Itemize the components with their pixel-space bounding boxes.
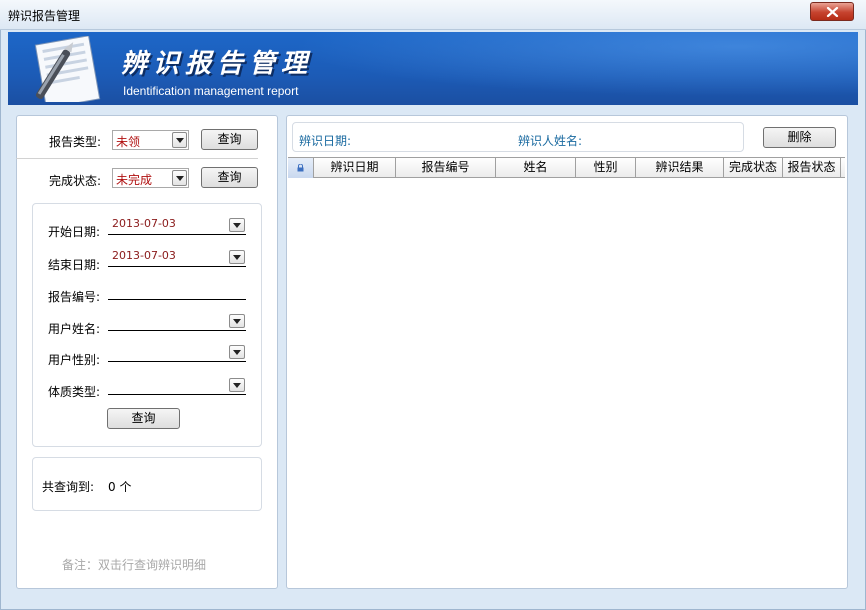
complete-status-query-button[interactable]: 查询 bbox=[201, 167, 258, 188]
identify-person-label: 辨识人姓名: bbox=[518, 134, 583, 148]
constitution-label: 体质类型: bbox=[48, 385, 101, 399]
user-gender-dropdown[interactable] bbox=[229, 345, 245, 359]
complete-status-dropdown[interactable] bbox=[172, 170, 187, 186]
banner-subtitle: Identification management report bbox=[123, 84, 299, 98]
start-date-dropdown[interactable] bbox=[229, 218, 245, 232]
constitution-dropdown[interactable] bbox=[229, 378, 245, 392]
report-type-select[interactable]: 未领 bbox=[112, 130, 189, 150]
column-header-report-status[interactable]: 报告状态 bbox=[783, 158, 841, 178]
chevron-down-icon bbox=[176, 176, 184, 181]
start-date-label: 开始日期: bbox=[48, 225, 101, 239]
report-type-label: 报告类型: bbox=[49, 135, 102, 149]
lock-icon bbox=[297, 164, 304, 172]
total-label: 共查询到: bbox=[42, 480, 95, 494]
close-icon bbox=[826, 7, 839, 17]
grid-body[interactable] bbox=[288, 179, 845, 585]
grid-header: 辨识日期 报告编号 姓名 性别 辨识结果 完成状态 报告状态 bbox=[288, 157, 845, 178]
user-name-dropdown[interactable] bbox=[229, 314, 245, 328]
start-date-value: 2013-07-03 bbox=[112, 217, 176, 230]
end-date-label: 结束日期: bbox=[48, 258, 101, 272]
column-header-complete-status[interactable]: 完成状态 bbox=[724, 158, 783, 178]
report-type-query-button[interactable]: 查询 bbox=[201, 129, 258, 150]
search-query-button[interactable]: 查询 bbox=[107, 408, 180, 429]
column-header-result[interactable]: 辨识结果 bbox=[636, 158, 724, 178]
chevron-down-icon bbox=[233, 223, 241, 228]
end-date-value: 2013-07-03 bbox=[112, 249, 176, 262]
user-gender-label: 用户性别: bbox=[48, 353, 101, 367]
filter-box: 辨识日期: 辨识人姓名: bbox=[292, 122, 744, 152]
end-date-picker[interactable]: 2013-07-03 bbox=[108, 249, 246, 267]
complete-status-value: 未完成 bbox=[116, 173, 153, 187]
user-name-select[interactable] bbox=[108, 313, 246, 331]
constitution-select[interactable] bbox=[108, 377, 246, 395]
note-text: 备注：双击行查询辨识明细 bbox=[62, 558, 207, 572]
column-header-date[interactable]: 辨识日期 bbox=[314, 158, 396, 178]
chevron-down-icon bbox=[233, 383, 241, 388]
document-pen-icon bbox=[34, 36, 101, 102]
column-header-report-no[interactable]: 报告编号 bbox=[396, 158, 496, 178]
chevron-down-icon bbox=[176, 138, 184, 143]
user-name-label: 用户姓名: bbox=[48, 322, 101, 336]
complete-status-select[interactable]: 未完成 bbox=[112, 168, 189, 188]
complete-status-label: 完成状态: bbox=[49, 174, 102, 188]
chevron-down-icon bbox=[233, 255, 241, 260]
chevron-down-icon bbox=[233, 350, 241, 355]
report-no-label: 报告编号: bbox=[48, 290, 101, 304]
grid-corner[interactable] bbox=[288, 158, 314, 178]
chevron-down-icon bbox=[233, 319, 241, 324]
report-type-dropdown[interactable] bbox=[172, 132, 187, 148]
total-count: 0 个 bbox=[108, 480, 132, 494]
end-date-dropdown[interactable] bbox=[229, 250, 245, 264]
window-title: 辨识报告管理 bbox=[8, 9, 81, 23]
user-gender-select[interactable] bbox=[108, 344, 246, 362]
identify-date-label: 辨识日期: bbox=[299, 134, 352, 148]
start-date-picker[interactable]: 2013-07-03 bbox=[108, 217, 246, 235]
report-type-value: 未领 bbox=[116, 135, 141, 149]
column-header-name[interactable]: 姓名 bbox=[496, 158, 576, 178]
close-button[interactable] bbox=[810, 2, 854, 21]
banner: 辨识报告管理 Identification management report bbox=[8, 32, 858, 105]
column-header-gender[interactable]: 性别 bbox=[576, 158, 636, 178]
title-bar: 辨识报告管理 bbox=[0, 0, 866, 30]
divider bbox=[16, 158, 258, 159]
report-no-input[interactable] bbox=[108, 282, 246, 300]
banner-title: 辨识报告管理 bbox=[121, 49, 314, 79]
delete-button[interactable]: 删除 bbox=[763, 127, 836, 148]
